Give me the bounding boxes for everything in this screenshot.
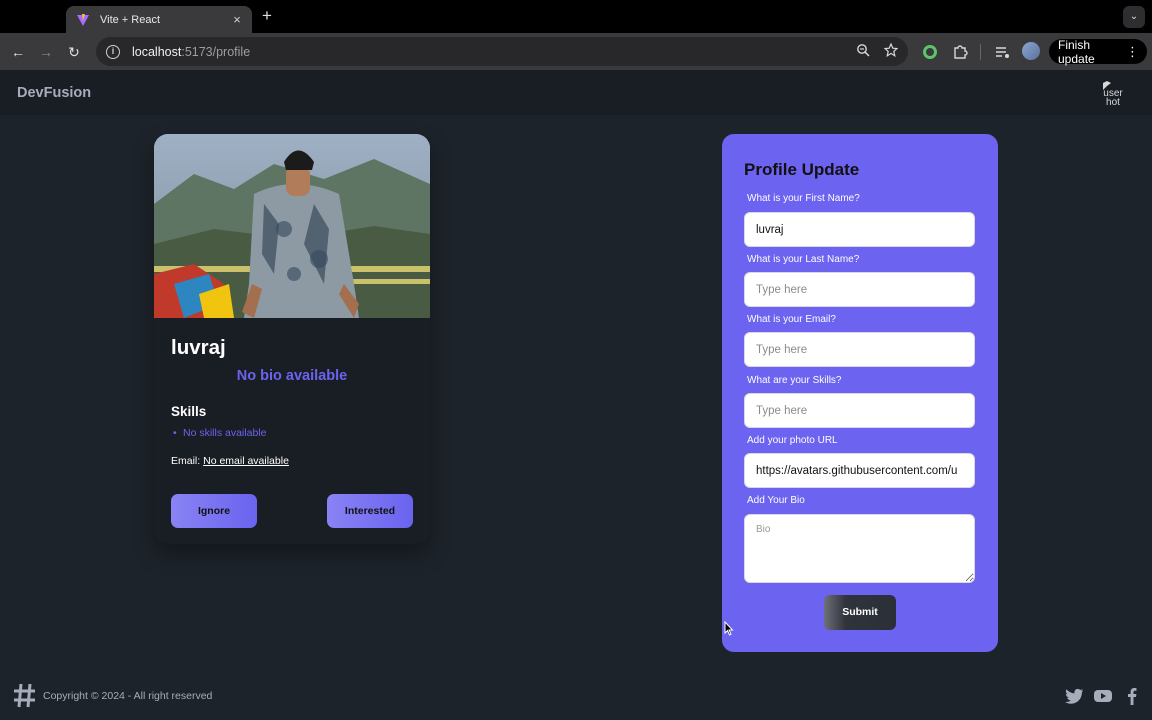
browser-toolbar: ← → ↻ i localhost:5173/profile bbox=[0, 33, 1152, 70]
address-bar[interactable]: i localhost:5173/profile bbox=[96, 37, 908, 66]
kebab-icon[interactable]: ⋮ bbox=[1126, 44, 1139, 60]
first-name-input[interactable] bbox=[744, 212, 975, 247]
copyright-text: Copyright © 2024 - All right reserved bbox=[43, 690, 213, 702]
profile-card-body: luvraj No bio available Skills No skills… bbox=[154, 318, 430, 485]
email-field-label: What is your Email? bbox=[747, 314, 836, 325]
app-navbar: DevFusion user hot bbox=[0, 70, 1152, 115]
new-tab-button[interactable]: + bbox=[259, 7, 275, 25]
zoom-icon[interactable] bbox=[856, 43, 870, 57]
photo-url-label: Add your photo URL bbox=[747, 435, 838, 446]
profile-bio: No bio available bbox=[236, 368, 348, 384]
photo-url-input[interactable] bbox=[744, 453, 975, 488]
mouse-cursor-icon bbox=[724, 621, 734, 636]
queue-icon[interactable] bbox=[992, 42, 1012, 62]
skill-item: No skills available bbox=[171, 427, 413, 439]
puzzle-icon[interactable] bbox=[950, 42, 970, 62]
first-name-label: What is your First Name? bbox=[747, 193, 860, 204]
form-title: Profile Update bbox=[744, 160, 860, 179]
profile-photo-illustration bbox=[154, 134, 430, 318]
twitter-icon[interactable] bbox=[1064, 686, 1084, 706]
bio-textarea[interactable] bbox=[744, 514, 975, 583]
tab-title: Vite + React bbox=[100, 13, 161, 26]
logo-icon bbox=[14, 683, 35, 708]
email-field[interactable] bbox=[744, 332, 975, 367]
submit-button[interactable]: Submit bbox=[824, 595, 896, 630]
reload-icon[interactable]: ↻ bbox=[64, 42, 84, 62]
youtube-icon[interactable] bbox=[1093, 686, 1113, 706]
bio-label: Add Your Bio bbox=[747, 495, 805, 506]
profile-update-form: Profile Update What is your First Name? … bbox=[722, 134, 998, 652]
last-name-input[interactable] bbox=[744, 272, 975, 307]
url-host: localhost bbox=[132, 44, 182, 59]
skills-list: No skills available bbox=[171, 427, 413, 439]
tab-search-chevron-icon[interactable]: ⌄ bbox=[1123, 6, 1145, 28]
facebook-icon[interactable] bbox=[1122, 686, 1142, 706]
star-icon[interactable] bbox=[884, 43, 898, 57]
email-label: Email: bbox=[171, 455, 201, 467]
broken-image-icon bbox=[1103, 81, 1111, 90]
chrome-profile-avatar[interactable] bbox=[1022, 42, 1040, 60]
skills-heading: Skills bbox=[171, 404, 207, 419]
ignore-button[interactable]: Ignore bbox=[171, 494, 257, 528]
info-icon[interactable]: i bbox=[106, 44, 120, 59]
last-name-label: What is your Last Name? bbox=[747, 254, 860, 265]
url-path: :5173/profile bbox=[181, 44, 251, 59]
vite-logo-icon bbox=[77, 13, 89, 26]
card-actions: Ignore Interested bbox=[171, 494, 413, 528]
tab-close-icon[interactable]: × bbox=[230, 12, 244, 27]
skills-input[interactable] bbox=[744, 393, 975, 428]
profile-name: luvraj bbox=[171, 336, 226, 359]
interested-button[interactable]: Interested bbox=[327, 494, 413, 528]
forward-icon[interactable]: → bbox=[36, 42, 56, 62]
skills-field-label: What are your Skills? bbox=[747, 375, 842, 386]
email-value[interactable]: No email available bbox=[203, 455, 289, 467]
browser-tab[interactable]: Vite + React × bbox=[66, 6, 252, 33]
email-row: Email: No email available bbox=[171, 455, 413, 467]
toolbar-divider bbox=[980, 44, 981, 60]
finish-update-button[interactable]: Finish update ⋮ bbox=[1049, 37, 1147, 66]
footer: Copyright © 2024 - All right reserved bbox=[0, 676, 1152, 720]
profile-card: luvraj No bio available Skills No skills… bbox=[154, 134, 430, 544]
back-icon[interactable]: ← bbox=[8, 42, 28, 62]
user-avatar[interactable]: user hot bbox=[1100, 80, 1126, 106]
finish-update-label: Finish update bbox=[1058, 37, 1095, 66]
browser-tabstrip: Vite + React × + ⌄ bbox=[0, 0, 1152, 33]
extension-circle-icon[interactable] bbox=[920, 42, 940, 62]
profile-photo bbox=[154, 134, 430, 318]
brand-logo[interactable]: DevFusion bbox=[17, 85, 91, 101]
